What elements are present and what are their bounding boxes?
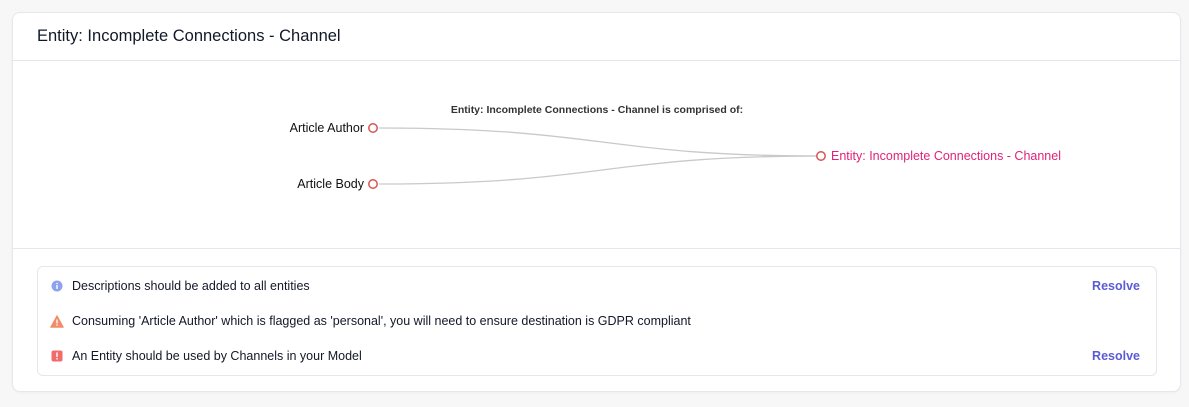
card-title: Entity: Incomplete Connections - Channel: [37, 27, 341, 45]
issue-text: Descriptions should be added to all enti…: [72, 279, 310, 293]
resolve-link[interactable]: Resolve: [1092, 279, 1140, 293]
issue-row-error: An Entity should be used by Channels in …: [38, 344, 1156, 368]
info-icon: [50, 279, 64, 293]
source-node-label: Article Author: [290, 121, 364, 135]
issue-text: An Entity should be used by Channels in …: [72, 349, 362, 363]
node-circle-icon[interactable]: [368, 179, 378, 189]
warning-icon: [50, 314, 64, 328]
node-circle-icon[interactable]: [816, 151, 826, 161]
node-circle-icon[interactable]: [368, 123, 378, 133]
issue-text: Consuming 'Article Author' which is flag…: [72, 314, 691, 328]
issue-row-warning: Consuming 'Article Author' which is flag…: [38, 309, 1156, 333]
source-node-label: Article Body: [297, 177, 364, 191]
link-article-author: [378, 127, 822, 157]
issues-panel: Descriptions should be added to all enti…: [37, 266, 1157, 376]
source-node-article-author[interactable]: Article Author: [290, 121, 378, 135]
resolve-link[interactable]: Resolve: [1092, 349, 1140, 363]
issue-row-info: Descriptions should be added to all enti…: [38, 274, 1156, 298]
target-node-label: Entity: Incomplete Connections - Channel: [831, 149, 1061, 163]
source-node-article-body[interactable]: Article Body: [297, 177, 378, 191]
link-article-body: [378, 155, 822, 185]
target-node-entity[interactable]: Entity: Incomplete Connections - Channel: [816, 149, 1061, 163]
card-header: Entity: Incomplete Connections - Channel: [13, 13, 1180, 61]
diagram-caption: Entity: Incomplete Connections - Channel…: [451, 104, 743, 116]
composition-diagram-svg: Entity: Incomplete Connections - Channel…: [290, 104, 1061, 191]
composition-diagram: Entity: Incomplete Connections - Channel…: [13, 62, 1180, 249]
error-icon: [50, 349, 64, 363]
entity-card: Entity: Incomplete Connections - Channel…: [12, 12, 1181, 392]
